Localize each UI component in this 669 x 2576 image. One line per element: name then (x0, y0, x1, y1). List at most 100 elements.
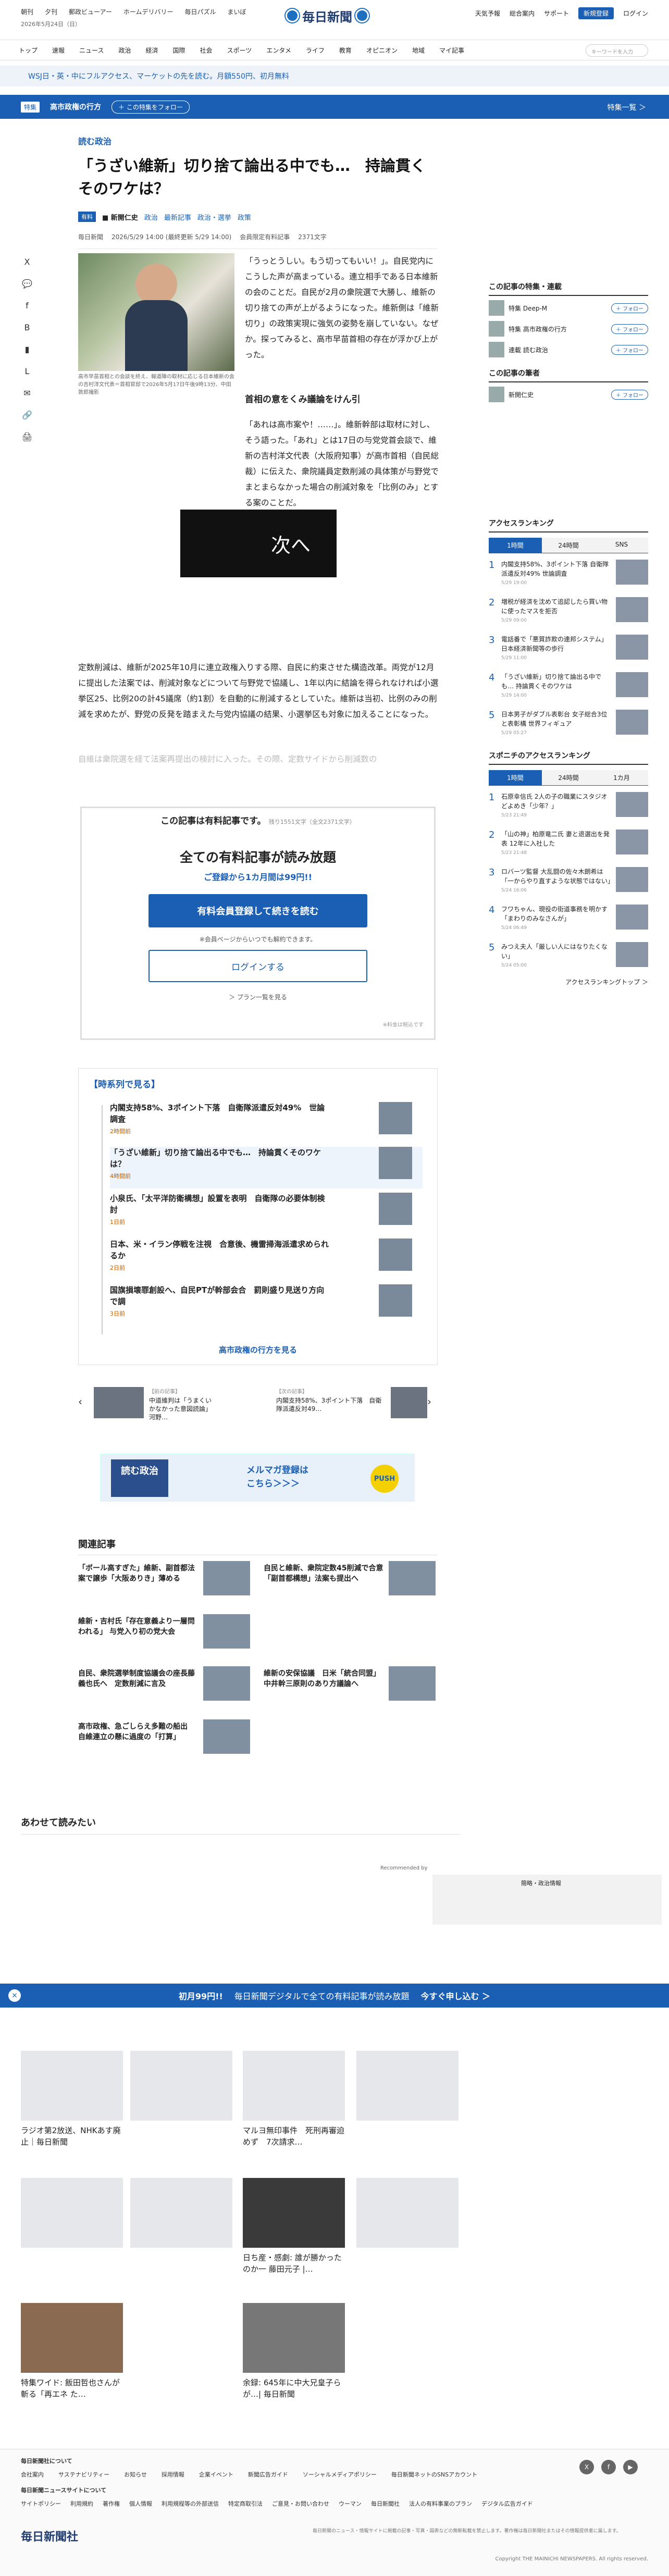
timeline-item[interactable]: 国旗損壊罪創設へ、自民PTが幹部会合 罰則盛り見送り方向で調 3日前 (110, 1284, 423, 1326)
ranking-item[interactable]: 5 日本男子がダブル表彰台 女子総合3位と表彰構 世界フィギュア 5/29 05:2… (489, 710, 648, 741)
footer-link[interactable]: サステナビリティー (58, 2470, 109, 2479)
special-list-link[interactable]: 特集一覧 ＞ (608, 102, 646, 113)
link-evening[interactable]: 夕刊 (45, 7, 57, 16)
related-item[interactable]: 「ボール高すぎた」維新、副首都法案で譲歩「大阪ありき」薄める (78, 1561, 250, 1603)
link-morning[interactable]: 朝刊 (21, 7, 33, 16)
line-share-icon[interactable]: L (21, 365, 33, 377)
ranking-item[interactable]: 2 増税が経済を沈めて追認したら買い物に使ったマスを拒否 5/29 09:00 (489, 597, 648, 628)
footer-link[interactable]: サイトポリシー (21, 2499, 61, 2508)
hatena-share-icon[interactable]: B (21, 321, 33, 333)
rec-card[interactable]: 日ち産・感劇: 誰が勝かったのか一 藤田元子 |… (243, 2178, 345, 2275)
follow-button[interactable]: ＋ フォロー (611, 324, 648, 334)
close-icon[interactable]: × (8, 1989, 21, 2002)
login-link[interactable]: ログイン (623, 9, 648, 18)
nav-item[interactable]: 経済 (145, 46, 158, 55)
footer-link[interactable]: 法人の有料事業のプラン (409, 2499, 472, 2508)
bookmark-icon[interactable]: ▮ (21, 343, 33, 355)
series-name[interactable]: 連載 読む政治 (509, 345, 607, 354)
ranking-item[interactable]: 2 「山の神」柏原竜二氏 妻と退選出を発表 12年に入社した 5/23 21:48 (489, 829, 648, 861)
footer-link[interactable]: 企業イベント (199, 2470, 233, 2479)
tab-sns[interactable]: SNS (595, 538, 648, 553)
comment-icon[interactable]: 💬 (21, 277, 33, 290)
nav-item[interactable]: マイ記事 (439, 46, 464, 55)
footer-link[interactable]: 著作権 (103, 2499, 120, 2508)
ranking-item[interactable]: 5 みつえ夫人「厳しい人にはなりたくない」 5/24 05:00 (489, 942, 648, 973)
rec-card[interactable]: 余録: 645年に中大兄皇子らが…| 毎日新聞 (243, 2303, 345, 2400)
related-item[interactable]: 自民と維新、衆院定数45削減で合意「副首都構想」法案も提出へ (264, 1561, 436, 1603)
video-player[interactable]: 次へ (180, 510, 337, 577)
nav-item[interactable]: 国際 (172, 46, 185, 55)
rec-card[interactable]: マルヨ無印事件 死刑再審迫めず 7次請求… (243, 2051, 345, 2148)
ranking-item[interactable]: 1 内閣支持58%、3ポイント下落 自衛隊派遣反対49% 世論調査 5/29 19:… (489, 560, 648, 591)
article-kicker[interactable]: 読む政治 (78, 134, 438, 147)
footer-link[interactable]: 利用規約 (70, 2499, 93, 2508)
rec-card[interactable] (130, 2051, 232, 2121)
rec-card[interactable] (21, 2178, 123, 2248)
nav-item[interactable]: 教育 (339, 46, 352, 55)
timeline-item[interactable]: 日本、米・イラン停戦を注視 合意後、機雷掃海派遣求められるか 2日前 (110, 1239, 423, 1280)
ranking-more-link[interactable]: アクセスランキングトップ ＞ (489, 977, 648, 986)
topic-follow-button[interactable]: ＋ この特集をフォロー (112, 100, 190, 114)
timeline-item[interactable]: 小泉氏、「太平洋防衛構想」設置を表明 自衛隊の必要体制検討 1日前 (110, 1193, 423, 1234)
footer-link[interactable]: デジタル広告ガイド (481, 2499, 533, 2508)
footer-link[interactable]: 毎日新聞社 (371, 2499, 400, 2508)
author-name[interactable]: ■ 新開仁史 (102, 212, 138, 222)
topic-name[interactable]: 高市政権の行方 (50, 102, 101, 112)
timeline-more-link[interactable]: 高市政権の行方を見る (79, 1344, 437, 1355)
article-photo[interactable] (78, 253, 234, 371)
chevron-right-icon[interactable]: › (427, 1395, 431, 1408)
search-input[interactable]: キーワードを入力 (586, 44, 648, 57)
related-item[interactable]: 維新の安保協議 日米「統合同盟」中井幹三原則のあり方議論へ (264, 1666, 436, 1708)
article-tag[interactable]: 政治・選挙 (197, 212, 231, 222)
ranking-item[interactable]: 4 「うざい維新」切り捨て論出る中でも… 持論貫くそのワケは 5/29 14:00 (489, 672, 648, 703)
print-icon[interactable]: 🖨 (21, 430, 33, 443)
rec-card[interactable]: ラジオ第2放送、NHKあす廃止｜毎日新聞 (21, 2051, 123, 2148)
cta-apply[interactable]: 今すぐ申し込む ＞ (420, 1989, 490, 2002)
link-delivery[interactable]: ホームデリバリー (123, 7, 174, 16)
nav-item[interactable]: 社会 (200, 46, 212, 55)
link-viewer[interactable]: 郵政ビューアー (69, 7, 112, 16)
subscribe-button[interactable]: 有料会員登録して続きを読む (148, 894, 367, 927)
tab-24h[interactable]: 24時間 (542, 770, 595, 785)
x-share-icon[interactable]: X (21, 255, 33, 268)
related-item[interactable]: 維新・吉村氏「存在意義より一層問われる」 与党入り初の党大会 (78, 1614, 250, 1656)
mail-icon[interactable]: ✉ (21, 387, 33, 399)
rec-card[interactable] (130, 2178, 232, 2248)
tab-1h[interactable]: 1時間 (489, 538, 542, 553)
facebook-share-icon[interactable]: f (21, 299, 33, 312)
nav-item[interactable]: ニュース (79, 46, 104, 55)
series-name[interactable]: 特集 Deep-M (509, 304, 607, 313)
footer-link[interactable]: ご意見・お問い合わせ (272, 2499, 329, 2508)
footer-link[interactable]: ウーマン (339, 2499, 362, 2508)
footer-link[interactable]: 利用規程等の外部送信 (162, 2499, 219, 2508)
facebook-icon[interactable]: f (601, 2460, 616, 2474)
footer-link[interactable]: お知らせ (124, 2470, 147, 2479)
login-button[interactable]: ログインする (148, 950, 367, 982)
site-logo[interactable]: 毎日新聞 (286, 5, 385, 26)
series-name[interactable]: 特集 高市政権の行方 (509, 325, 607, 333)
link-weather[interactable]: 天気予報 (475, 9, 500, 18)
tab-1h[interactable]: 1時間 (489, 770, 542, 785)
article-tag[interactable]: 政策 (238, 212, 251, 222)
timeline-item[interactable]: 内閣支持58%、3ポイント下落 自衛隊派遣反対49% 世論調査 2時間前 (110, 1102, 423, 1144)
rec-card[interactable]: 特集ワイド: 飯田哲也さんが斬る「再エネ た… (21, 2303, 123, 2400)
footer-link[interactable]: 個人情報 (129, 2499, 152, 2508)
footer-link[interactable]: 特定商取引法 (228, 2499, 263, 2508)
nav-item[interactable]: オピニオン (366, 46, 398, 55)
rec-card[interactable] (356, 2178, 459, 2248)
follow-button[interactable]: ＋ フォロー (611, 344, 648, 355)
newsletter-promo[interactable]: 読む政治 メルマガ登録は こちら＞＞＞ PUSH (100, 1454, 415, 1502)
tab-1m[interactable]: 1カ月 (595, 770, 648, 785)
follow-button[interactable]: ＋ フォロー (611, 389, 648, 400)
x-icon[interactable]: X (579, 2460, 594, 2474)
link-maibo[interactable]: まいぼ (228, 7, 246, 16)
author-name-side[interactable]: 新開仁史 (509, 390, 607, 399)
tab-24h[interactable]: 24時間 (542, 538, 595, 553)
related-item[interactable]: 高市政権、急ごしらえ多難の船出 自維連立の懸に過度の「打算」 (78, 1719, 250, 1761)
plan-list-link[interactable]: ＞ プラン一覧を見る (82, 993, 434, 1001)
nav-item[interactable]: トップ (19, 46, 38, 55)
nav-item[interactable]: 地域 (412, 46, 425, 55)
wsj-promo-banner[interactable]: WSJ日・英・中にフルアクセス、マーケットの先を読む。月額550円、初月無料 (0, 66, 669, 86)
next-article[interactable]: 【次の記事】 内閣支持58%、3ポイント下落 自衛隊派遣反対49… (276, 1384, 427, 1420)
nav-item[interactable]: スポーツ (227, 46, 252, 55)
